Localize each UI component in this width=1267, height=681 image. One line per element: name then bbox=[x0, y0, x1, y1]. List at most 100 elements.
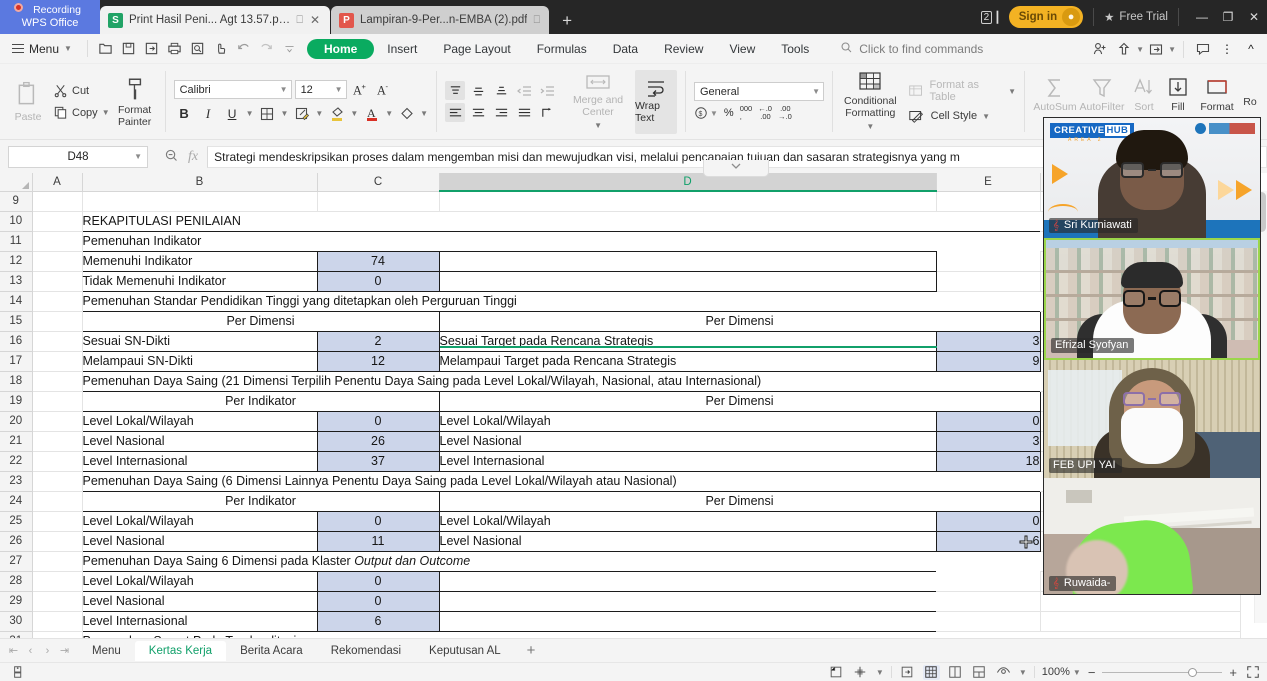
cell-b23[interactable]: Pemenuhan Daya Saing (6 Dimensi Lainnya … bbox=[81, 470, 1040, 491]
cell-d29[interactable] bbox=[439, 590, 936, 611]
document-tab-pdf[interactable]: P Lampiran-9-Per...n-EMBA (2).pdf ⎕ bbox=[331, 6, 550, 34]
cell-a29[interactable] bbox=[32, 591, 83, 612]
cell-a14[interactable] bbox=[32, 291, 83, 312]
maximize-button[interactable]: ❐ bbox=[1215, 10, 1241, 24]
copy-button[interactable]: Copy ▼ bbox=[50, 103, 113, 122]
cell-d24[interactable]: Per Dimensi bbox=[439, 490, 1041, 511]
cell-b25[interactable]: Level Lokal/Wilayah bbox=[81, 510, 318, 531]
cell-c20[interactable]: 0 bbox=[317, 410, 440, 431]
cell-d30[interactable] bbox=[439, 610, 936, 631]
chevron-down-icon[interactable]: ▼ bbox=[876, 668, 884, 677]
cell-d22[interactable]: Level Internasional bbox=[439, 450, 937, 471]
page-setup-icon[interactable] bbox=[828, 665, 845, 680]
format-as-table-button[interactable]: Format as Table ▼ bbox=[908, 79, 1016, 103]
cell-b15[interactable]: Per Dimensi bbox=[81, 310, 440, 331]
eye-icon[interactable] bbox=[995, 665, 1012, 680]
column-header-d[interactable]: D bbox=[439, 173, 937, 192]
participant-tile-4[interactable]: 𝄞 Ruwaida- bbox=[1044, 478, 1260, 594]
conditional-formatting-button[interactable]: Conditional Formatting ▼ bbox=[841, 71, 900, 133]
cell-c22[interactable]: 37 bbox=[317, 450, 440, 471]
cell-a26[interactable] bbox=[32, 531, 83, 552]
sheet-tab-berita-acara[interactable]: Berita Acara bbox=[226, 641, 317, 661]
collaborate-icon[interactable] bbox=[1144, 38, 1168, 60]
column-header-b[interactable]: B bbox=[82, 173, 318, 192]
cell-a17[interactable] bbox=[32, 351, 83, 372]
cell-a18[interactable] bbox=[32, 371, 83, 392]
underline-button[interactable]: U bbox=[222, 103, 243, 124]
record-macro-icon[interactable] bbox=[10, 665, 27, 680]
find-commands-box[interactable]: Click to find commands bbox=[840, 41, 983, 57]
cell-a24[interactable] bbox=[32, 491, 83, 512]
next-sheet-icon[interactable]: › bbox=[40, 645, 55, 657]
normal-view-icon[interactable] bbox=[922, 664, 940, 680]
row-header[interactable]: 12 bbox=[0, 251, 33, 272]
undo-icon[interactable] bbox=[233, 38, 255, 60]
row-header[interactable]: 27 bbox=[0, 551, 33, 572]
tab-home[interactable]: Home bbox=[306, 38, 375, 59]
cell-b28[interactable]: Level Lokal/Wilayah bbox=[81, 570, 318, 591]
cell-b31[interactable]: Pemenuhan Syarat Perlu Terakreditasi bbox=[81, 630, 1040, 638]
row-header[interactable]: 24 bbox=[0, 491, 33, 512]
cell-b29[interactable]: Level Nasional bbox=[81, 590, 318, 611]
prev-sheet-icon[interactable]: ‹ bbox=[23, 645, 38, 657]
row-header[interactable]: 23 bbox=[0, 471, 33, 492]
comment-icon[interactable] bbox=[1191, 38, 1215, 60]
cell-b21[interactable]: Level Nasional bbox=[81, 430, 318, 451]
free-trial-button[interactable]: ★ Free Trial bbox=[1104, 10, 1168, 24]
font-size-select[interactable]: 12 ▼ bbox=[294, 80, 347, 99]
redo-icon[interactable] bbox=[256, 38, 278, 60]
chevron-down-icon[interactable]: ▼ bbox=[315, 109, 323, 118]
participant-tile-3[interactable]: FEB UPI YAI bbox=[1044, 360, 1260, 478]
customize-quick-access-icon[interactable] bbox=[279, 38, 301, 60]
chevron-down-icon[interactable]: ▼ bbox=[280, 109, 288, 118]
row-header[interactable]: 11 bbox=[0, 231, 33, 252]
row-header[interactable]: 14 bbox=[0, 291, 33, 312]
cell-e13[interactable] bbox=[936, 271, 1041, 292]
open-folder-icon[interactable] bbox=[95, 38, 117, 60]
column-header-c[interactable]: C bbox=[317, 173, 440, 192]
row-header[interactable]: 26 bbox=[0, 531, 33, 552]
menu-button[interactable]: Menu ▼ bbox=[0, 42, 80, 56]
row-header[interactable]: 22 bbox=[0, 451, 33, 472]
cell-b12[interactable]: Memenuhi Indikator bbox=[81, 250, 318, 271]
select-all-button[interactable] bbox=[0, 173, 33, 192]
cell-a10[interactable] bbox=[32, 211, 83, 232]
row-header[interactable]: 16 bbox=[0, 331, 33, 352]
increase-indent-button[interactable] bbox=[537, 81, 557, 100]
align-bottom-button[interactable] bbox=[491, 81, 511, 100]
cell-a22[interactable] bbox=[32, 451, 83, 472]
fit-icon[interactable] bbox=[852, 665, 869, 680]
print-preview-icon[interactable] bbox=[187, 38, 209, 60]
column-header-e[interactable]: E bbox=[936, 173, 1041, 192]
row-header[interactable]: 20 bbox=[0, 411, 33, 432]
zoom-slider[interactable] bbox=[1102, 667, 1223, 677]
cell-b16[interactable]: Sesuai SN-Dikti bbox=[81, 330, 318, 351]
cell-c29[interactable]: 0 bbox=[317, 590, 440, 611]
decrease-font-size-button[interactable]: A- bbox=[374, 79, 395, 100]
align-top-button[interactable] bbox=[445, 81, 466, 100]
tab-view[interactable]: View bbox=[716, 39, 768, 59]
name-box[interactable]: D48 ▼ bbox=[8, 145, 148, 168]
first-sheet-icon[interactable]: ⇤ bbox=[6, 644, 21, 657]
cell-b24[interactable]: Per Indikator bbox=[81, 490, 440, 511]
cell-b20[interactable]: Level Lokal/Wilayah bbox=[81, 410, 318, 431]
cell-a21[interactable] bbox=[32, 431, 83, 452]
decrease-indent-button[interactable] bbox=[514, 81, 534, 100]
save-as-icon[interactable] bbox=[141, 38, 163, 60]
cell-d17[interactable]: Melampaui Target pada Rencana Strategis bbox=[439, 350, 937, 371]
cell-e17[interactable]: 9 bbox=[936, 350, 1041, 371]
cell-c17[interactable]: 12 bbox=[317, 350, 440, 371]
zoom-out-button[interactable]: − bbox=[1088, 665, 1096, 680]
cell-a20[interactable] bbox=[32, 411, 83, 432]
sheet-tab-kertas-kerja[interactable]: Kertas Kerja bbox=[134, 640, 227, 661]
sign-in-button[interactable]: Sign in ● bbox=[1008, 6, 1084, 28]
share-icon[interactable] bbox=[1112, 38, 1136, 60]
tab-tools[interactable]: Tools bbox=[768, 39, 822, 59]
cell-b11[interactable]: Pemenuhan Indikator bbox=[81, 230, 1040, 251]
document-tab-spreadsheet[interactable]: S Print Hasil Peni... Agt 13.57.print ⎕ … bbox=[100, 6, 330, 34]
tab-review[interactable]: Review bbox=[651, 39, 716, 59]
chevron-down-icon[interactable]: ▼ bbox=[420, 109, 428, 118]
zoom-slider-knob[interactable] bbox=[1188, 667, 1198, 677]
borders-button[interactable] bbox=[256, 103, 277, 124]
chevron-down-icon[interactable]: ▼ bbox=[350, 109, 358, 118]
